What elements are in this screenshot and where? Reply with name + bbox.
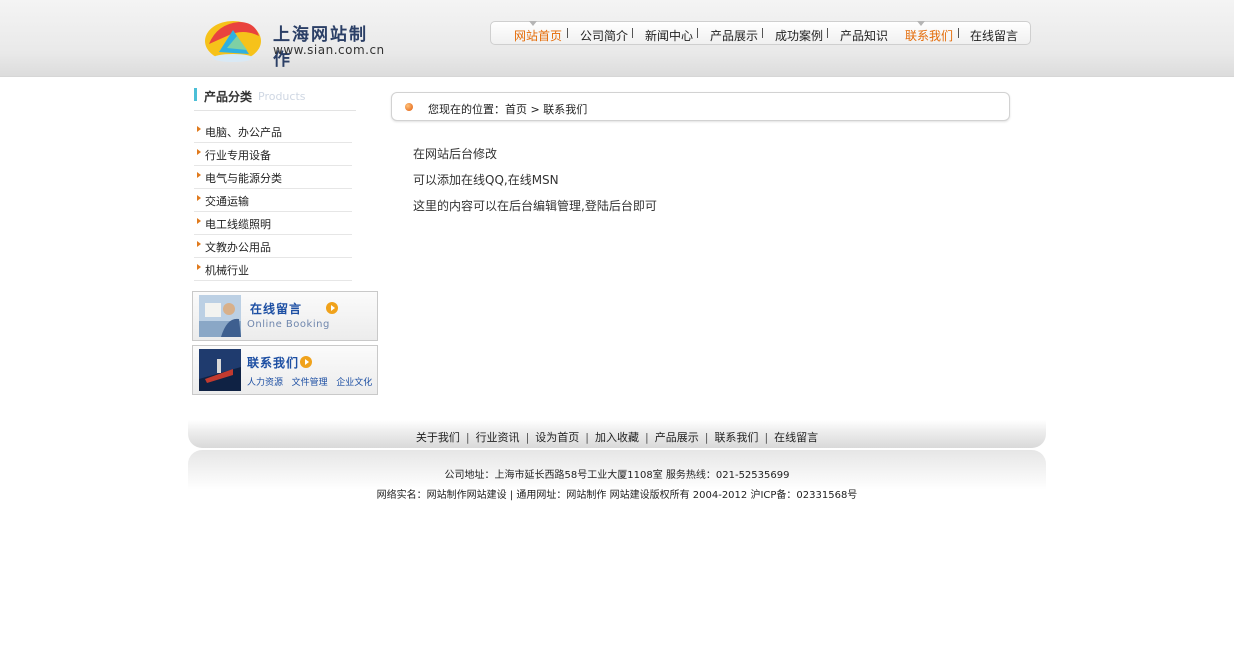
nav-divider — [762, 28, 763, 38]
nav-divider — [827, 28, 828, 38]
sidebar-title: 产品分类 — [204, 90, 253, 104]
contact-us-banner[interactable]: 联系我们 人力资源 文件管理 企业文化 — [192, 345, 378, 395]
footer-link-contact[interactable]: 联系我们 — [714, 431, 758, 444]
contact-photo-icon — [199, 349, 241, 391]
content-line: 可以添加在线QQ,在线MSN — [413, 173, 559, 187]
category-item[interactable]: 机械行业 — [194, 258, 352, 281]
footer-divider: | — [645, 431, 649, 444]
logo-url: www.sian.com.cn — [273, 43, 385, 57]
nav-divider — [632, 28, 633, 38]
footer-link-homepage[interactable]: 设为首页 — [535, 431, 579, 444]
contact-title: 联系我们 — [247, 356, 300, 370]
breadcrumb: 您现在的位置：首页 > 联系我们 — [391, 92, 1010, 121]
footer-link-favorite[interactable]: 加入收藏 — [595, 431, 639, 444]
footer-link-about[interactable]: 关于我们 — [416, 431, 460, 444]
category-item[interactable]: 电工线缆照明 — [194, 212, 352, 235]
contact-link-files[interactable]: 文件管理 — [292, 378, 328, 388]
footer-divider: | — [465, 431, 470, 444]
bullet-arrow-icon — [197, 149, 201, 155]
nav-item-about[interactable]: 公司简介 — [580, 27, 628, 44]
nav-item-contact[interactable]: 联系我们 — [905, 27, 953, 44]
bullet-arrow-icon — [197, 126, 201, 132]
footer-divider: | — [585, 431, 589, 444]
bullet-arrow-icon — [197, 264, 201, 270]
logo-icon — [205, 21, 261, 62]
footer-divider: | — [704, 431, 709, 444]
footer-divider: | — [525, 431, 530, 444]
footer-divider: | — [764, 431, 769, 444]
bullet-arrow-icon — [197, 241, 201, 247]
category-item[interactable]: 文教办公用品 — [194, 235, 352, 258]
bullet-arrow-icon — [197, 218, 201, 224]
footer-nav-bar: 关于我们 | 行业资讯 | 设为首页 | 加入收藏 | 产品展示 | 联系我们 | 在线留言 — [188, 420, 1046, 448]
category-list: 电脑、办公产品 行业专用设备 电气与能源分类 交通运输 电工线缆照明 文教办公用… — [194, 120, 352, 281]
footer-links: 关于我们 | 行业资讯 | 设为首页 | 加入收藏 | 产品展示 | 联系我们 | 在线留言 — [188, 429, 1046, 445]
footer-address: 公司地址：上海市延长西路58号工业大厦1108室 服务热线：021-525356… — [444, 470, 790, 481]
contact-links: 人力资源 文件管理 企业文化 — [247, 375, 372, 388]
contact-link-hr[interactable]: 人力资源 — [247, 378, 283, 388]
category-item[interactable]: 电气与能源分类 — [194, 166, 352, 189]
footer-link-message[interactable]: 在线留言 — [774, 431, 818, 444]
logo[interactable]: 上海网站制作 www.sian.com.cn — [203, 14, 385, 70]
contact-link-culture[interactable]: 企业文化 — [336, 378, 372, 388]
footer-link-products[interactable]: 产品展示 — [655, 431, 699, 444]
location-dot-icon — [405, 103, 413, 111]
category-item[interactable]: 行业专用设备 — [194, 143, 352, 166]
booking-title: 在线留言 — [250, 302, 303, 316]
nav-item-cases[interactable]: 成功案例 — [775, 27, 823, 44]
nav-divider — [958, 28, 959, 38]
play-icon — [326, 302, 338, 314]
sidebar-subtitle: Products — [258, 90, 306, 103]
bullet-arrow-icon — [197, 172, 201, 178]
nav-item-home[interactable]: 网站首页 — [514, 27, 562, 44]
nav-item-products[interactable]: 产品展示 — [710, 27, 758, 44]
online-booking-banner[interactable]: 在线留言 Online Booking — [192, 291, 378, 341]
footer-copyright: 网络实名：网站制作网站建设 | 通用网址：网站制作 网站建设版权所有 2004-… — [376, 490, 858, 501]
content-line: 在网站后台修改 — [413, 147, 498, 161]
category-item[interactable]: 电脑、办公产品 — [194, 120, 352, 143]
nav-divider — [567, 28, 568, 38]
main-content: 在网站后台修改 可以添加在线QQ,在线MSN 这里的内容可以在后台编辑管理,登陆… — [413, 147, 993, 225]
booking-photo-icon — [199, 295, 241, 337]
category-item[interactable]: 交通运输 — [194, 189, 352, 212]
breadcrumb-text: 您现在的位置：首页 > 联系我们 — [428, 103, 588, 116]
content-line: 这里的内容可以在后台编辑管理,登陆后台即可 — [413, 199, 657, 213]
nav-item-news[interactable]: 新闻中心 — [645, 27, 693, 44]
play-icon — [300, 356, 312, 368]
nav-active-marker-icon — [917, 21, 925, 26]
footer-link-industry[interactable]: 行业资讯 — [476, 431, 520, 444]
nav-item-knowledge[interactable]: 产品知识 — [840, 27, 888, 44]
header: 上海网站制作 www.sian.com.cn 网站首页 公司简介 新闻中心 产品… — [0, 0, 1234, 77]
nav-divider — [697, 28, 698, 38]
bullet-arrow-icon — [197, 195, 201, 201]
heading-accent-bar — [194, 88, 197, 101]
sidebar-heading: 产品分类 Products — [194, 88, 356, 111]
nav-item-message[interactable]: 在线留言 — [970, 27, 1018, 44]
nav-active-marker-icon — [529, 21, 537, 26]
booking-subtitle: Online Booking — [247, 319, 330, 330]
main-nav: 网站首页 公司简介 新闻中心 产品展示 成功案例 产品知识 联系我们 在线留言 — [490, 21, 1031, 45]
